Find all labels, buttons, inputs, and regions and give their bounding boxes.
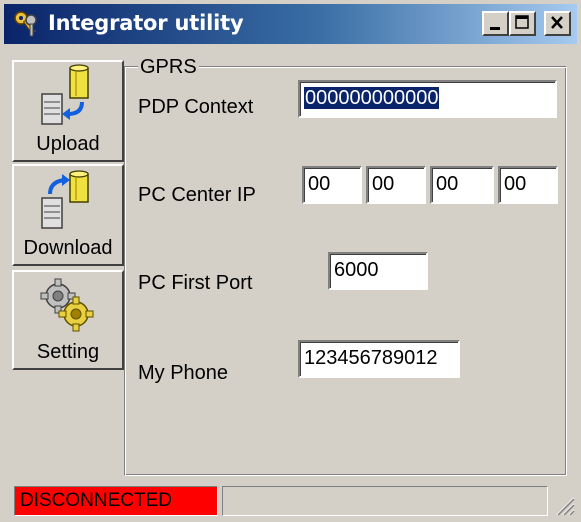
title-bar[interactable]: Integrator utility (4, 4, 577, 44)
pdp-context-input[interactable]: 000000000000 (298, 80, 557, 118)
close-icon (551, 16, 563, 29)
database-download-icon (41, 170, 89, 229)
upload-label: Upload (36, 133, 100, 155)
connection-status-panel: DISCONNECTED (14, 486, 218, 516)
pdp-context-value: 000000000000 (304, 87, 440, 109)
upload-button[interactable]: Upload (12, 60, 124, 162)
pc-first-port-input[interactable]: 6000 (328, 252, 428, 290)
status-panel-empty (222, 486, 548, 516)
keys-icon (13, 10, 39, 38)
minimize-button[interactable] (482, 11, 509, 36)
ip-octet-4-input[interactable]: 00 (498, 166, 558, 204)
pc-center-ip-label: PC Center IP (138, 184, 256, 206)
gprs-group-title: GPRS (138, 56, 199, 79)
download-button[interactable]: Download (12, 164, 124, 266)
integrator-utility-window: Integrator utility Upload Download Setti… (0, 0, 581, 522)
ip-octet-3-input[interactable]: 00 (430, 166, 494, 204)
minimize-icon (490, 27, 500, 30)
gears-icon (40, 278, 94, 332)
my-phone-input[interactable]: 123456789012 (298, 340, 460, 378)
resize-grip-icon[interactable] (553, 494, 575, 516)
database-upload-icon (41, 64, 89, 125)
maximize-icon (515, 15, 529, 29)
ip-octet-1-input[interactable]: 00 (302, 166, 362, 204)
setting-button[interactable]: Setting (12, 270, 124, 370)
window-title: Integrator utility (48, 11, 244, 35)
connection-status-text: DISCONNECTED (20, 490, 173, 511)
close-button[interactable] (544, 11, 571, 36)
pc-first-port-label: PC First Port (138, 272, 253, 294)
maximize-button[interactable] (509, 11, 536, 36)
setting-label: Setting (36, 341, 100, 363)
my-phone-label: My Phone (138, 362, 229, 384)
download-label: Download (23, 237, 113, 259)
pdp-context-label: PDP Context (138, 96, 254, 118)
ip-octet-2-input[interactable]: 00 (366, 166, 426, 204)
